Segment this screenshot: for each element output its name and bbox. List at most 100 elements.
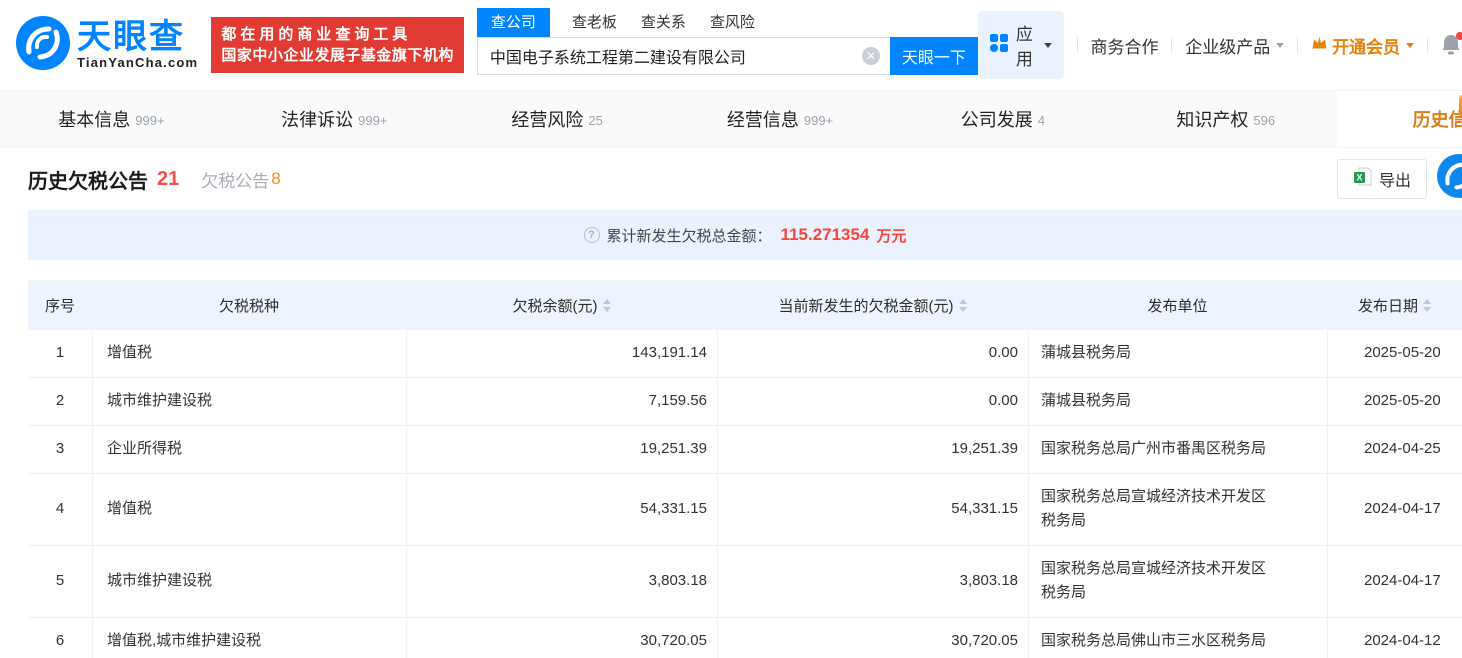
enterprise-products-label: 企业级产品: [1185, 33, 1270, 58]
vip-membership-menu[interactable]: 开通会员: [1311, 33, 1414, 58]
page-title-count: 21: [157, 168, 179, 191]
cell-text: 1: [56, 341, 64, 365]
company-nav-tabs: 基本信息999+法律诉讼999+经营风险25经营信息999+公司发展4 知识产权 5…: [0, 90, 1462, 148]
cell-text: 2024-04-17: [1364, 497, 1441, 521]
column-header-label: 当前新发生的欠税金额(元): [779, 295, 954, 316]
cell-text: 国家税务总局广州市番禺区税务局: [1041, 437, 1266, 461]
chevron-down-icon: [1276, 43, 1284, 48]
column-header-label: 序号: [45, 295, 75, 316]
cell-new-arrears-amount: 54,331.15: [717, 474, 1028, 545]
nav-tab-3[interactable]: 经营风险25: [446, 91, 669, 147]
cell-tax-type: 增值税: [92, 474, 406, 545]
nav-tab-count: 596: [1253, 113, 1275, 128]
vip-label: 开通会员: [1332, 33, 1400, 58]
cell-publish-date: 2025-05-20: [1327, 378, 1462, 425]
cell-text: 30,720.05: [640, 629, 707, 653]
export-button[interactable]: X 导出: [1337, 159, 1427, 199]
nav-tab-4[interactable]: 经营信息999+: [669, 91, 892, 147]
column-header-new-arrears-amount[interactable]: 当前新发生的欠税金额(元): [717, 280, 1028, 330]
cell-text: 2024-04-12: [1364, 629, 1441, 653]
cell-publish-date: 2024-04-17: [1327, 474, 1462, 545]
sort-icon[interactable]: [959, 299, 967, 312]
table-row: 3企业所得税19,251.3919,251.39国家税务总局广州市番禺区税务局2…: [28, 426, 1462, 474]
cell-index: 2: [28, 378, 92, 425]
table-row: 6增值税,城市维护建设税30,720.0530,720.05国家税务总局佛山市三…: [28, 618, 1462, 658]
nav-tab-2[interactable]: 法律诉讼999+: [223, 91, 446, 147]
business-cooperation-link[interactable]: 商务合作: [1090, 33, 1158, 58]
cell-arrears-balance: 54,331.15: [406, 474, 717, 545]
cell-text: 54,331.15: [640, 497, 707, 521]
search-tab-4[interactable]: 查风险: [708, 8, 757, 37]
cell-index: 1: [28, 330, 92, 377]
notifications-bell-icon[interactable]: [1441, 34, 1461, 56]
svg-text:X: X: [1356, 173, 1362, 183]
search-tab-2[interactable]: 查老板: [570, 8, 619, 37]
cell-text: 增值税,城市维护建设税: [107, 629, 261, 653]
table-row: 2城市维护建设税7,159.560.00蒲城县税务局2025-05-20: [28, 378, 1462, 426]
column-header-arrears-balance[interactable]: 欠税余额(元): [406, 280, 717, 330]
cell-text: 4: [56, 497, 64, 521]
cell-text: 19,251.39: [640, 437, 707, 461]
notification-dot: [1456, 32, 1462, 40]
cell-issuing-authority: 蒲城县税务局: [1028, 378, 1327, 425]
apps-menu[interactable]: 应用: [978, 11, 1064, 79]
column-header-label: 欠税余额(元): [513, 295, 598, 316]
sort-icon[interactable]: [1423, 299, 1431, 312]
nav-tab-6[interactable]: 知识产权 596: [1114, 91, 1337, 147]
question-circle-icon[interactable]: ?: [584, 227, 600, 243]
cell-new-arrears-amount: 30,720.05: [717, 618, 1028, 658]
logo-subtitle: TianYanCha.com: [77, 55, 198, 70]
cell-tax-type: 增值税,城市维护建设税: [92, 618, 406, 658]
table-row: 4 增值税 54,331.15 54,331.15 国家税务总局宣城经济技术开发区税务局…: [28, 474, 1462, 546]
search-tab-1[interactable]: 查公司: [477, 8, 550, 37]
clear-input-icon[interactable]: ✕: [862, 47, 880, 65]
search-input[interactable]: [477, 37, 890, 75]
nav-tab-1[interactable]: 基本信息999+: [0, 91, 223, 147]
cell-tax-type: 增值税: [92, 330, 406, 377]
cell-index: 5: [28, 546, 92, 617]
sort-asc-icon: [603, 299, 611, 304]
cell-arrears-balance: 143,191.14: [406, 330, 717, 377]
promo-line2: 国家中小企业发展子基金旗下机构: [221, 45, 454, 66]
cell-text: 城市维护建设税: [107, 389, 212, 413]
nav-tab-count: 25: [588, 113, 602, 128]
search-button[interactable]: 天眼一下: [890, 37, 978, 75]
tax-arrears-table: 序号欠税税种欠税余额(元)当前新发生的欠税金额(元)发布单位发布日期 1增值税1…: [28, 280, 1462, 658]
column-header-publish-date[interactable]: 发布日期: [1327, 280, 1462, 330]
header-menu: 应用 商务合作 企业级产品 开通会员: [978, 11, 1462, 79]
summary-label: 累计新发生欠税总金额：: [607, 225, 772, 246]
section-header: 历史欠税公告 21 欠税公告 8 X 导出: [0, 148, 1462, 210]
column-header-index: 序号: [28, 280, 92, 330]
cell-new-arrears-amount: 0.00: [717, 378, 1028, 425]
cell-issuing-authority: 蒲城县税务局: [1028, 330, 1327, 377]
cell-text: 企业所得税: [107, 437, 182, 461]
promo-banner: 都在用的商业查询工具 国家中小企业发展子基金旗下机构: [211, 17, 464, 73]
cell-issuing-authority: 国家税务总局宣城经济技术开发区税务局: [1028, 546, 1327, 617]
chevron-down-icon: [1406, 43, 1414, 48]
divider: [1297, 37, 1298, 53]
search-module: 查公司查老板查关系查风险 ✕ 天眼一下: [477, 8, 978, 75]
cell-publish-date: 2024-04-12: [1327, 618, 1462, 658]
cell-new-arrears-amount: 0.00: [717, 330, 1028, 377]
floating-tianyancha-widget[interactable]: [1437, 154, 1462, 198]
cell-text: 5: [56, 569, 64, 593]
search-tabs: 查公司查老板查关系查风险: [477, 8, 978, 37]
column-header-tax-type: 欠税税种: [92, 280, 406, 330]
cell-text: 2: [56, 389, 64, 413]
search-tab-3[interactable]: 查关系: [639, 8, 688, 37]
tianyancha-logo[interactable]: 天眼查 TianYanCha.com: [16, 16, 198, 75]
apps-grid-icon: [990, 34, 1008, 57]
cell-publish-date: 2024-04-25: [1327, 426, 1462, 473]
nav-tab-count: 4: [1038, 113, 1045, 128]
sort-icon[interactable]: [603, 299, 611, 312]
nav-tab-5[interactable]: 公司发展4: [891, 91, 1114, 147]
summary-amount: 115.271354: [781, 225, 870, 245]
nav-tab-7[interactable]: 历史信息: [1337, 91, 1462, 147]
tab-arrears-announcement[interactable]: 欠税公告: [201, 167, 269, 192]
enterprise-products-menu[interactable]: 企业级产品: [1185, 33, 1284, 58]
cell-text: 国家税务总局宣城经济技术开发区税务局: [1041, 485, 1276, 533]
nav-tab-label: 知识产权: [1176, 106, 1248, 132]
cell-text: 城市维护建设税: [107, 569, 212, 593]
nav-tab-count: 999+: [358, 113, 387, 128]
column-header-label: 发布单位: [1147, 295, 1207, 316]
